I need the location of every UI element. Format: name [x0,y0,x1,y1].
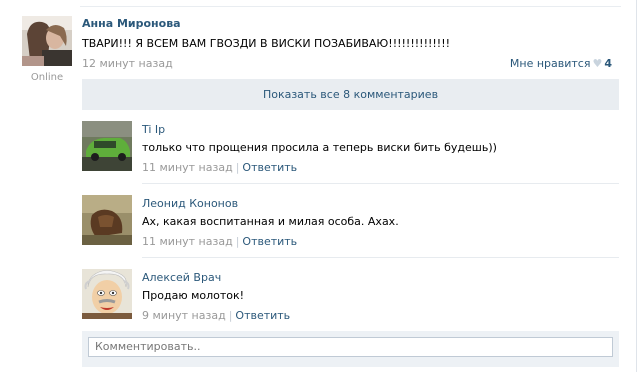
commenter-name[interactable]: Ti Ip [142,123,165,136]
meta-separator: | [235,235,240,248]
post-author-name[interactable]: Анна Миронова [82,17,181,30]
reply-button[interactable]: Ответить [235,309,290,322]
meta-separator: | [228,309,233,322]
comment-input[interactable]: Комментировать.. [88,337,613,357]
comment-text: Продаю молоток! [142,289,245,302]
reply-button[interactable]: Ответить [242,161,297,174]
comment-compose-area: Комментировать.. [82,331,619,367]
comment-timestamp[interactable]: 11 минут назад [142,161,233,174]
online-status: Online [30,72,64,83]
like-button[interactable]: Мне нравится ♥ 4 [510,57,612,70]
commenter-name[interactable]: Леонид Кононов [142,197,238,210]
comment-item: Алексей Врач Продаю молоток! 9 минут наз… [82,269,619,322]
comment-item: Ti Ip только что прощения просила а тепе… [82,121,619,184]
page-border [636,0,637,372]
comment-timestamp[interactable]: 11 минут назад [142,235,233,248]
comment-text: только что прощения просила а теперь вис… [142,141,497,154]
post-text: ТВАРИ!!! Я ВСЕМ ВАМ ГВОЗДИ В ВИСКИ ПОЗАБ… [82,37,451,50]
comment-text: Ах, какая воспитанная и милая особа. Аха… [142,215,399,228]
post-timestamp[interactable]: 12 минут назад [82,57,173,70]
comment-timestamp[interactable]: 9 минут назад [142,309,226,322]
comment-item: Леонид Кононов Ах, какая воспитанная и м… [82,195,619,258]
like-label: Мне нравится [509,57,591,70]
comment-meta: 11 минут назад | Ответить [142,235,297,248]
post-author-avatar[interactable] [22,16,72,66]
commenter-avatar[interactable] [82,121,132,171]
comment-meta: 11 минут назад | Ответить [142,161,297,174]
show-all-comments-button[interactable]: Показать все 8 комментариев [82,79,619,110]
commenter-name[interactable]: Алексей Врач [142,271,221,284]
post-top-divider [80,6,621,7]
commenter-avatar[interactable] [82,195,132,245]
commenter-avatar[interactable] [82,269,132,319]
comment-divider [142,183,619,184]
comment-meta: 9 минут назад | Ответить [142,309,290,322]
reply-button[interactable]: Ответить [242,235,297,248]
heart-icon: ♥ [592,57,603,70]
meta-separator: | [235,161,240,174]
comment-divider [142,257,619,258]
like-count: 4 [604,57,612,70]
